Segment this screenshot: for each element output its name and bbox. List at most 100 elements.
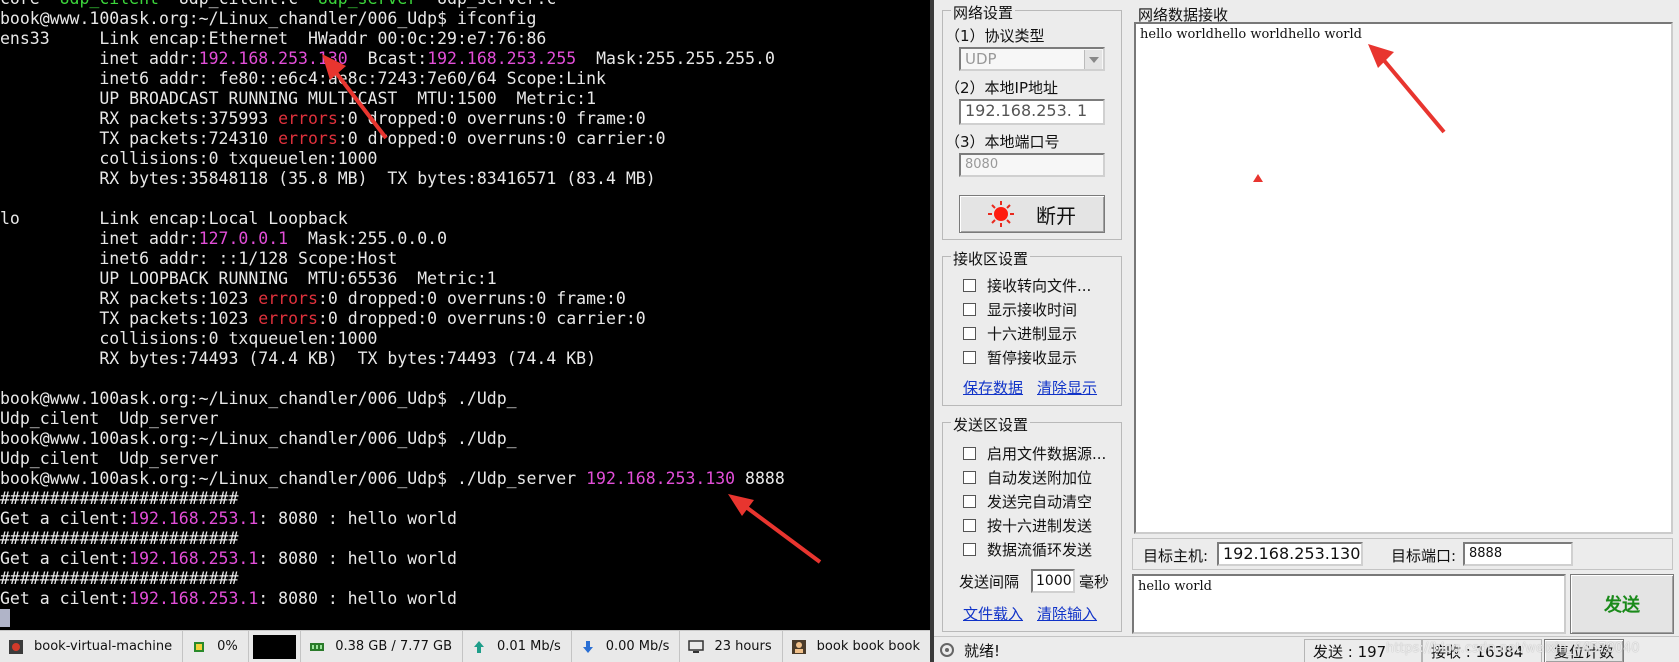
status-ready-icon <box>938 641 956 662</box>
terminal-text: :0 dropped:0 overruns:0 carrier:0 <box>337 129 666 148</box>
taskbar-cpu[interactable]: 0% <box>183 631 249 662</box>
recv-textarea[interactable]: hello worldhello worldhello world <box>1134 22 1673 534</box>
taskbar-uptime[interactable]: 23 hours <box>680 631 783 662</box>
checkbox-box[interactable] <box>963 303 976 316</box>
terminal-line: inet addr:192.168.253.130 Bcast:192.168.… <box>0 49 930 69</box>
terminal-line: Udp_cilent Udp_server <box>0 409 930 429</box>
terminal-text: inet addr: <box>0 229 199 248</box>
checkbox-box[interactable] <box>963 351 976 364</box>
local-port-value: 8080 <box>965 157 999 172</box>
terminal-text: UP LOOPBACK RUNNING MTU:65536 Metric:1 <box>0 269 497 288</box>
target-host-field[interactable]: 192.168.253.130 <box>1217 542 1363 566</box>
pause-recv-checkbox[interactable]: 暂停接收显示 <box>963 347 1077 368</box>
local-ip-field[interactable]: 192.168.253. 1 <box>959 99 1105 125</box>
recv-to-file-checkbox[interactable]: 接收转向文件... <box>963 275 1091 296</box>
interval-field[interactable]: 1000 <box>1031 569 1075 593</box>
terminal-line: collisions:0 txqueuelen:1000 <box>0 149 930 169</box>
send-button[interactable]: 发送 <box>1570 574 1674 634</box>
target-port-field[interactable]: 8888 <box>1463 542 1573 566</box>
terminal-line: UP BROADCAST RUNNING MULTICAST MTU:1500 … <box>0 89 930 109</box>
terminal-text: Get a cilent: <box>0 509 130 528</box>
taskbar-users[interactable]: book book book <box>783 631 930 662</box>
checkbox-box[interactable] <box>963 447 976 460</box>
checkbox-box[interactable] <box>963 327 976 340</box>
hex-send-checkbox[interactable]: 按十六进制发送 <box>963 515 1092 536</box>
taskbar-memory[interactable]: 0.38 GB / 7.77 GB <box>300 631 464 662</box>
taskbar-host-label: book-virtual-machine <box>34 639 173 654</box>
cpu-icon <box>191 639 207 655</box>
interval-unit: 毫秒 <box>1079 573 1110 591</box>
chevron-down-icon[interactable] <box>1084 50 1102 69</box>
taskbar-download-label: 0.00 Mb/s <box>605 639 670 654</box>
system-icon <box>8 639 24 655</box>
terminal-text: inet6 addr: ::1/128 Scope:Host <box>0 249 398 268</box>
hex-display-label: 十六进制显示 <box>987 325 1078 343</box>
send-label: 发送 <box>1604 595 1640 616</box>
terminal-line: core Udp_cilent Udp_cilent.c Udp_server … <box>0 0 930 9</box>
clear-input-link[interactable]: 清除输入 <box>1037 603 1097 624</box>
terminal-text: Bcast: <box>347 49 428 68</box>
checkbox-box[interactable] <box>963 471 976 484</box>
terminal-window[interactable]: core Udp_cilent Udp_cilent.c Udp_server … <box>0 0 930 630</box>
send-settings-group: 发送区设置 启用文件数据源... 自动发送附加位 发送完自动清空 按十六进制发送… <box>942 414 1122 632</box>
protocol-select[interactable]: UDP <box>959 47 1105 71</box>
monitor-icon <box>688 639 705 655</box>
local-ip-value: 192.168.253. 1 <box>965 101 1088 120</box>
taskbar-uptime-label: 23 hours <box>714 639 772 654</box>
hex-send-label: 按十六进制发送 <box>987 517 1093 535</box>
file-source-checkbox[interactable]: 启用文件数据源... <box>963 443 1106 464</box>
terminal-text: 127.0.0.1 <box>198 229 289 248</box>
terminal-text: TX packets:724310 <box>0 129 279 148</box>
checkbox-box[interactable] <box>963 519 976 532</box>
terminal-text: lo Link encap:Local Loopback <box>0 209 348 228</box>
loop-send-label: 数据流循环发送 <box>987 541 1093 559</box>
auto-append-checkbox[interactable]: 自动发送附加位 <box>963 467 1092 488</box>
taskbar-host[interactable]: book-virtual-machine <box>0 631 184 662</box>
send-content: hello world <box>1138 579 1212 594</box>
terminal-line: ######################## <box>0 489 930 509</box>
terminal-text: :0 dropped:0 overruns:0 carrier:0 <box>317 309 646 328</box>
terminal-text: : 8080 : hello world <box>258 509 457 528</box>
local-port-label: （3）本地端口号 <box>945 133 1060 151</box>
terminal-line: book@www.100ask.org:~/Linux_chandler/006… <box>0 389 930 409</box>
save-data-link[interactable]: 保存数据 <box>963 377 1023 398</box>
terminal-prompt-line <box>0 609 930 629</box>
taskbar-upload[interactable]: 0.01 Mb/s <box>463 631 572 662</box>
send-textarea[interactable]: hello world <box>1132 574 1566 634</box>
terminal-line: Get a cilent:192.168.253.1: 8080 : hello… <box>0 549 930 569</box>
terminal-text: RX bytes:74493 (74.4 KB) TX bytes:74493 … <box>0 349 597 368</box>
file-load-link[interactable]: 文件载入 <box>963 603 1023 624</box>
recv-content: hello worldhello worldhello world <box>1140 27 1362 42</box>
local-ip-label: （2）本地IP地址 <box>945 79 1059 97</box>
local-port-field[interactable]: 8080 <box>959 153 1105 177</box>
terminal-text: Udp_cilent <box>60 0 159 8</box>
show-recv-time-checkbox[interactable]: 显示接收时间 <box>963 299 1077 320</box>
interval-value: 1000 <box>1036 573 1072 589</box>
terminal-line: inet6 addr: ::1/128 Scope:Host <box>0 249 930 269</box>
terminal-text: TX packets:1023 <box>0 309 259 328</box>
terminal-text: : 8080 : hello world <box>258 549 457 568</box>
checkbox-box[interactable] <box>963 495 976 508</box>
protocol-label: （1）协议类型 <box>945 27 1045 45</box>
loop-send-checkbox[interactable]: 数据流循环发送 <box>963 539 1092 560</box>
auto-clear-checkbox[interactable]: 发送完自动清空 <box>963 491 1092 512</box>
net-settings-group: 网络设置 （1）协议类型 UDP （2）本地IP地址 192.168.253. … <box>942 2 1122 240</box>
hex-display-checkbox[interactable]: 十六进制显示 <box>963 323 1077 344</box>
terminal-line: Udp_cilent Udp_server <box>0 449 930 469</box>
status-bar: 就绪! 发送 : 197 接收 : 16384 复位计数 https://blo… <box>934 636 1679 662</box>
terminal-text: Get a cilent: <box>0 589 130 608</box>
terminal-line: book@www.100ask.org:~/Linux_chandler/006… <box>0 469 930 489</box>
taskbar: book-virtual-machine 0% 0.38 GB / 7.77 G… <box>0 630 930 662</box>
terminal-text: Udp_cilent Udp_server <box>0 409 219 428</box>
terminal-line: collisions:0 txqueuelen:1000 <box>0 329 930 349</box>
checkbox-box[interactable] <box>963 279 976 292</box>
clear-display-link[interactable]: 清除显示 <box>1037 377 1097 398</box>
terminal-text: inet addr: <box>0 49 199 68</box>
taskbar-download[interactable]: 0.00 Mb/s <box>572 631 681 662</box>
disconnect-button[interactable]: 断开 <box>959 195 1105 233</box>
protocol-value: UDP <box>965 50 997 68</box>
checkbox-box[interactable] <box>963 543 976 556</box>
terminal-line: ######################## <box>0 569 930 589</box>
